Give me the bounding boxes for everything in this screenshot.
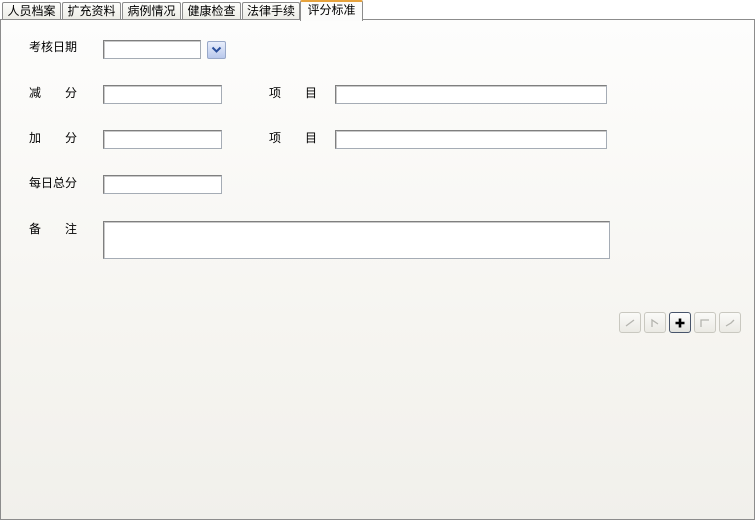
- scoring-panel: 考核日期 减分 项目 加分 项目 每日总分 备注: [0, 19, 755, 520]
- remark-textarea[interactable]: [103, 221, 610, 259]
- last-record-icon: [725, 319, 735, 327]
- tab-legal-procedures[interactable]: 法律手续: [242, 2, 300, 20]
- chevron-down-icon: [211, 46, 222, 53]
- add-item-input[interactable]: [335, 130, 607, 149]
- add-item-label: 项目: [269, 131, 342, 145]
- next-record-button[interactable]: [694, 312, 716, 333]
- tab-extended-info[interactable]: 扩充资料: [62, 2, 121, 20]
- next-record-icon: [700, 318, 709, 327]
- remark-label: 备注: [29, 222, 102, 236]
- tab-bar: 人员档案 扩充资料 病例情况 健康检查 法律手续 评分标准: [0, 0, 755, 21]
- add-input[interactable]: [103, 130, 222, 149]
- date-label: 考核日期: [29, 40, 78, 54]
- date-dropdown-button[interactable]: [207, 41, 226, 59]
- previous-record-button[interactable]: [644, 312, 666, 333]
- previous-record-icon: [651, 318, 659, 327]
- tab-health-check[interactable]: 健康检查: [182, 2, 241, 20]
- first-record-icon: [625, 318, 635, 327]
- deduct-input[interactable]: [103, 85, 222, 104]
- first-record-button[interactable]: [619, 312, 641, 333]
- daily-total-label: 每日总分: [29, 176, 78, 190]
- tab-medical-history[interactable]: 病例情况: [122, 2, 181, 20]
- tab-scoring-standard[interactable]: 评分标准: [300, 0, 363, 21]
- add-label: 加分: [29, 131, 102, 145]
- tab-personnel-file[interactable]: 人员档案: [2, 2, 61, 20]
- deduct-item-label: 项目: [269, 86, 342, 100]
- add-record-icon: [675, 318, 685, 327]
- last-record-button[interactable]: [719, 312, 741, 333]
- date-input[interactable]: [103, 40, 201, 59]
- daily-total-input[interactable]: [103, 175, 222, 194]
- deduct-item-input[interactable]: [335, 85, 607, 104]
- deduct-label: 减分: [29, 86, 102, 100]
- add-record-button[interactable]: [669, 312, 691, 333]
